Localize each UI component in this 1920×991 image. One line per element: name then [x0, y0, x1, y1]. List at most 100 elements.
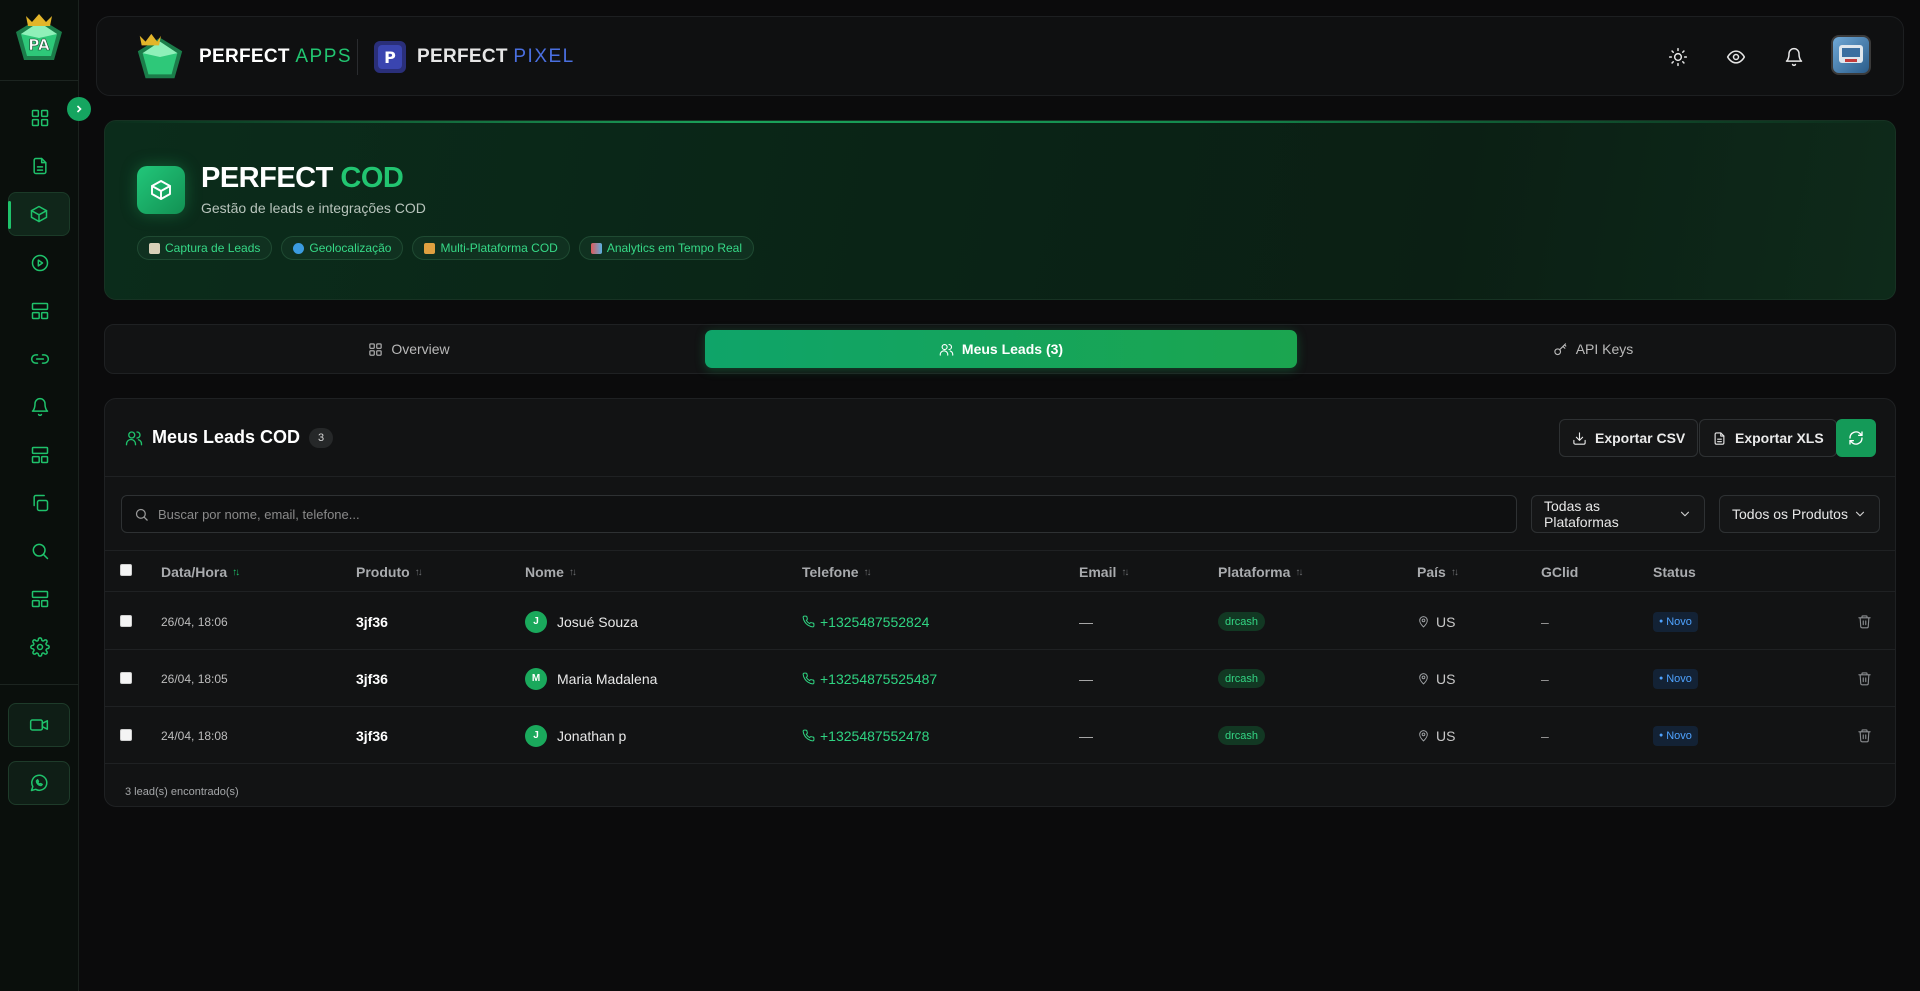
perfect-pixel-brand[interactable]: P PERFECT PIXEL: [373, 17, 575, 97]
sidebar-item-layouts-2[interactable]: [16, 433, 64, 477]
export-xls-button[interactable]: Exportar XLS: [1699, 419, 1837, 457]
cell-status: Novo: [1653, 650, 1698, 707]
sidebar-item-settings[interactable]: [16, 625, 64, 669]
cell-country: US: [1417, 707, 1455, 764]
row-checkbox[interactable]: [120, 672, 132, 684]
platform-filter-select[interactable]: Todas as Plataformas: [1531, 495, 1705, 533]
sidebar-item-layouts-3[interactable]: [16, 577, 64, 621]
sidebar-item-videos[interactable]: [16, 241, 64, 285]
leads-count-badge: 3: [309, 427, 334, 448]
user-avatar[interactable]: [1831, 35, 1871, 75]
cell-gclid: –: [1541, 613, 1549, 630]
visibility-toggle-button[interactable]: [1722, 43, 1750, 71]
whatsapp-icon: [30, 774, 48, 792]
table-header: Data/Hora ↑↓ Produto ↑↓ Nome ↑↓ Telefone ↑↓ …: [105, 550, 1895, 592]
tab-api-keys[interactable]: API Keys: [1297, 330, 1889, 368]
sort-icon: ↑↓: [1450, 566, 1459, 578]
cell-phone[interactable]: +13254875525487: [802, 650, 937, 707]
select-all-checkbox[interactable]: [120, 564, 132, 576]
cell-phone[interactable]: +1325487552478: [802, 707, 929, 764]
sun-icon: [1668, 47, 1688, 67]
phone-icon: [802, 729, 815, 742]
perfect-apps-logo[interactable]: PA: [10, 12, 68, 68]
perfect-apps-brand[interactable]: PERFECT APPS: [131, 17, 352, 97]
cell-email: —: [1079, 727, 1093, 744]
sort-icon: ↑↓: [863, 566, 872, 578]
sidebar-item-layouts[interactable]: [16, 289, 64, 333]
map-pin-icon: [1419, 673, 1428, 685]
sidebar-video-button[interactable]: [8, 703, 70, 747]
refresh-button[interactable]: [1836, 419, 1876, 457]
download-icon: [1573, 431, 1586, 445]
cell-status: Novo: [1653, 593, 1698, 650]
column-status: Status: [1653, 564, 1696, 580]
table-row[interactable]: 26/04, 18:06 3jf36 J Josué Souza +1325487…: [105, 593, 1895, 650]
cell-country: US: [1417, 650, 1455, 707]
clipboard-icon: [149, 242, 160, 254]
table-row[interactable]: 26/04, 18:05 3jf36 M Maria Madalena +1325…: [105, 650, 1895, 707]
cell-country: US: [1417, 593, 1455, 650]
cell-date: 26/04, 18:06: [161, 614, 228, 629]
sidebar-item-cod[interactable]: [8, 192, 70, 236]
tab-my-leads[interactable]: Meus Leads (3): [705, 330, 1297, 368]
search-field[interactable]: [121, 495, 1517, 533]
sort-icon: ↑↓: [414, 566, 423, 578]
column-date[interactable]: Data/Hora ↑↓: [161, 551, 240, 593]
file-icon: [1714, 431, 1725, 445]
sidebar-item-documents[interactable]: [16, 144, 64, 188]
gear-icon: [30, 637, 50, 657]
table-row[interactable]: 24/04, 18:08 3jf36 J Jonathan p +13254875…: [105, 707, 1895, 764]
sidebar-item-dashboard[interactable]: [16, 96, 64, 140]
cell-platform: drcash: [1218, 593, 1266, 650]
column-phone[interactable]: Telefone ↑↓: [802, 551, 872, 593]
search-input[interactable]: [158, 506, 1458, 522]
status-badge: Novo: [1653, 611, 1698, 632]
dashboard-icon: [369, 342, 382, 356]
column-name[interactable]: Nome ↑↓: [525, 551, 577, 593]
cell-name: M Maria Madalena: [525, 650, 657, 707]
svg-text:PA: PA: [28, 36, 50, 54]
theme-toggle-button[interactable]: [1664, 43, 1692, 71]
delete-lead-button[interactable]: [1857, 593, 1872, 650]
cell-platform: drcash: [1218, 650, 1266, 707]
perfect-pixel-logo-icon: P: [374, 41, 406, 73]
row-checkbox[interactable]: [120, 729, 132, 741]
chip-analytics: Analytics em Tempo Real: [578, 236, 754, 260]
feature-chips: Captura de Leads Geolocalização Multi-Pl…: [137, 236, 754, 260]
bell-icon: [31, 397, 49, 417]
column-country[interactable]: País ↑↓: [1417, 551, 1459, 593]
cell-gclid: –: [1541, 670, 1549, 687]
sidebar-item-search[interactable]: [16, 529, 64, 573]
column-platform[interactable]: Plataforma ↑↓: [1218, 551, 1303, 593]
lead-avatar: M: [525, 667, 547, 690]
package-icon: [30, 205, 48, 223]
sidebar-item-links[interactable]: [16, 337, 64, 381]
product-filter-select[interactable]: Todos os Produtos: [1719, 495, 1880, 533]
sidebar-whatsapp-button[interactable]: [8, 761, 70, 805]
cell-date: 24/04, 18:08: [161, 728, 228, 743]
trash-icon: [1858, 615, 1871, 629]
sidebar-item-copy[interactable]: [16, 481, 64, 525]
lead-avatar: J: [525, 724, 547, 747]
delete-lead-button[interactable]: [1857, 707, 1872, 764]
column-email[interactable]: Email ↑↓: [1079, 551, 1129, 593]
trash-icon: [1858, 672, 1871, 686]
cell-platform: drcash: [1218, 707, 1266, 764]
trash-icon: [1858, 729, 1871, 743]
delete-lead-button[interactable]: [1857, 650, 1872, 707]
key-icon: [1554, 342, 1567, 355]
sidebar-item-notifications[interactable]: [16, 385, 64, 429]
play-circle-icon: [31, 254, 49, 272]
notifications-button[interactable]: [1780, 43, 1808, 71]
chart-icon: [590, 242, 602, 254]
globe-icon: [293, 242, 305, 254]
export-csv-button[interactable]: Exportar CSV: [1559, 419, 1699, 457]
cell-product: 3jf36: [356, 670, 388, 687]
row-checkbox[interactable]: [120, 615, 132, 627]
cell-phone[interactable]: +1325487552824: [802, 593, 929, 650]
sidebar-expand-button[interactable]: [67, 97, 91, 121]
tab-overview[interactable]: Overview: [113, 330, 705, 368]
eye-icon: [1726, 50, 1746, 64]
column-product[interactable]: Produto ↑↓: [356, 551, 423, 593]
hero-banner: PERFECT COD Gestão de leads e integraçõe…: [104, 120, 1896, 300]
